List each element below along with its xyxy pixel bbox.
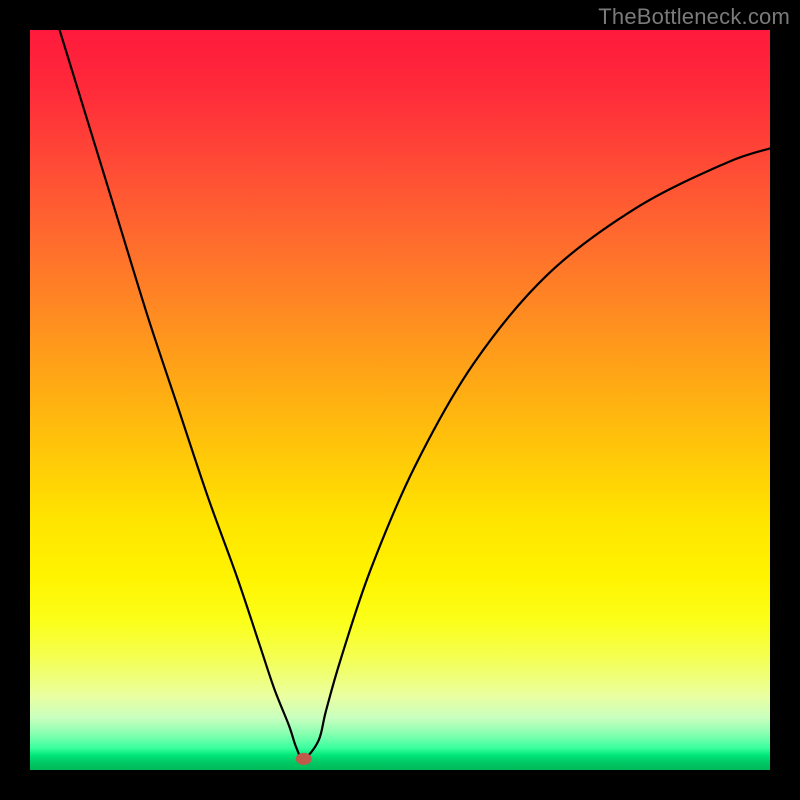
bottleneck-curve-svg [30,30,770,770]
watermark-text: TheBottleneck.com [598,4,790,30]
optimum-marker [296,753,312,765]
chart-frame: TheBottleneck.com [0,0,800,800]
plot-area [30,30,770,770]
bottleneck-curve [60,30,770,759]
